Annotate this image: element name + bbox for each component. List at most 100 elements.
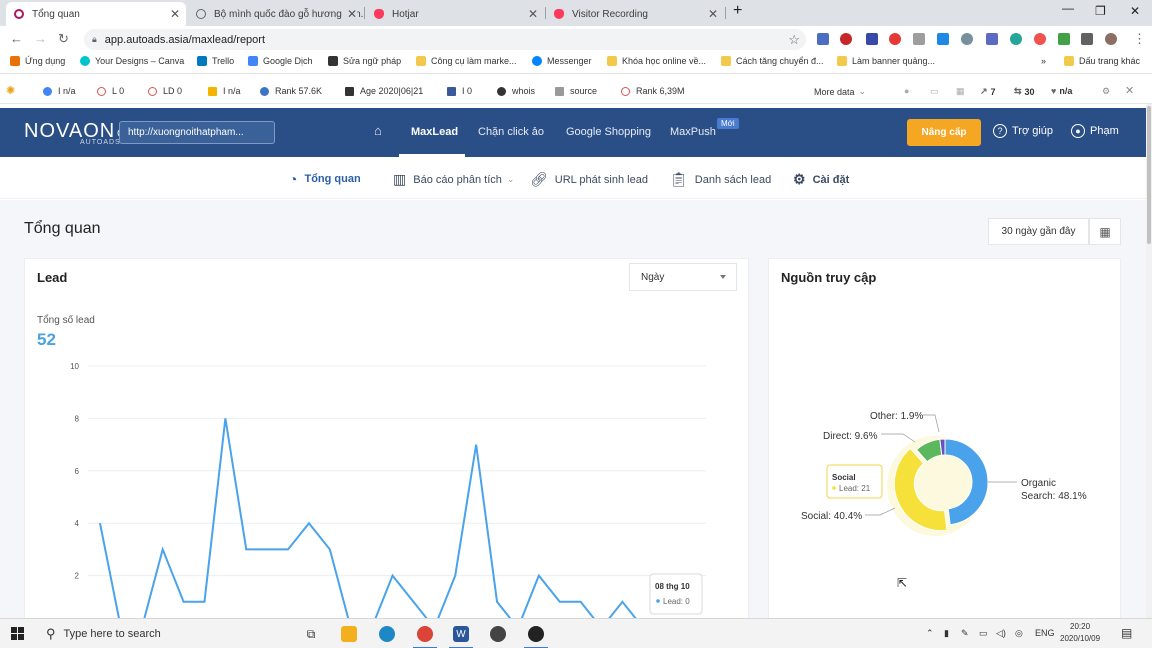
- app-icon[interactable]: [490, 626, 506, 642]
- extension-icon[interactable]: [866, 33, 878, 45]
- layout-icon[interactable]: ▭: [930, 86, 939, 97]
- seo-source[interactable]: source: [555, 86, 597, 96]
- network-icon[interactable]: ◎: [1015, 628, 1023, 639]
- more-data-button[interactable]: More data ⌄: [814, 86, 866, 97]
- seo-linking-domains[interactable]: LD 0: [148, 86, 182, 96]
- seo-domain-age[interactable]: Age 2020|06|21: [345, 86, 423, 96]
- seo-alexa-rank[interactable]: Rank 6,39M: [621, 86, 685, 96]
- language-indicator[interactable]: ENG: [1035, 628, 1055, 638]
- tray-chevron-icon[interactable]: ⌃: [926, 628, 934, 639]
- taskbar-search-input[interactable]: ⚲ Type here to search: [36, 620, 294, 648]
- bookmark-lam-banner[interactable]: Làm banner quảng...: [837, 56, 935, 66]
- adblock-icon[interactable]: [840, 33, 852, 45]
- seo-links[interactable]: L 0: [97, 86, 124, 96]
- minimize-icon[interactable]: —: [1062, 1, 1074, 15]
- close-tab-icon[interactable]: ✕: [170, 7, 180, 21]
- site-url-select[interactable]: http://xuongnoithatpham...: [119, 121, 275, 144]
- microphone-icon[interactable]: ▮: [944, 628, 949, 639]
- scrollbar-thumb[interactable]: [1147, 106, 1151, 244]
- close-tab-icon[interactable]: ✕: [528, 7, 538, 21]
- upgrade-button[interactable]: Nâng cấp: [907, 119, 981, 146]
- seo-external-links[interactable]: ↗ 7: [980, 86, 996, 97]
- seoquake-icon[interactable]: ✺: [6, 84, 15, 97]
- bookmark-star-icon[interactable]: ☆: [788, 32, 800, 48]
- extension-icon[interactable]: [889, 33, 901, 45]
- extension-icon[interactable]: [961, 33, 973, 45]
- tab-visitor-recording[interactable]: Visitor Recording ✕: [546, 2, 724, 26]
- extension-icon[interactable]: [1058, 33, 1070, 45]
- address-input[interactable]: 🔒︎ app.autoads.asia/maxlead/report ☆: [84, 29, 806, 50]
- volume-icon[interactable]: ◁): [996, 628, 1006, 639]
- seo-google-index[interactable]: I n/a: [43, 86, 76, 96]
- bookmark-apps[interactable]: Ứng dụng: [10, 56, 65, 66]
- nav-chan-click-ao[interactable]: Chặn click ảo: [478, 126, 544, 138]
- page-scrollbar[interactable]: [1146, 104, 1152, 618]
- bookmark-messenger[interactable]: Messenger: [532, 56, 592, 66]
- bookmark-trello[interactable]: Trello: [197, 56, 234, 66]
- puzzle-icon[interactable]: [1081, 33, 1093, 45]
- info-icon[interactable]: ●: [904, 86, 909, 96]
- user-menu[interactable]: ● Phạm: [1071, 124, 1119, 138]
- extension-icon[interactable]: [1010, 33, 1022, 45]
- extension-icon[interactable]: [913, 33, 925, 45]
- taskbar-clock[interactable]: 20:20 2020/10/09: [1060, 621, 1100, 645]
- notifications-icon[interactable]: ▤: [1121, 626, 1132, 640]
- pen-icon[interactable]: ✎: [961, 628, 969, 639]
- menu-dots-icon[interactable]: ⋮: [1133, 31, 1146, 47]
- battery-icon[interactable]: ▭: [979, 628, 988, 639]
- bookmark-sua-ngu-phap[interactable]: Sửa ngữ pháp: [328, 56, 401, 66]
- new-tab-button[interactable]: +: [733, 2, 742, 20]
- novaon-logo[interactable]: NOVAON⏻AUTOADS: [24, 120, 128, 146]
- period-select[interactable]: Ngày: [629, 263, 737, 291]
- chart-icon[interactable]: ▦: [956, 86, 965, 97]
- tab-bo-minh-quoc[interactable]: Bộ mình quốc đào gỗ hương văn... ✕: [188, 2, 363, 26]
- date-range-select[interactable]: 30 ngày gần đây: [988, 218, 1089, 245]
- seo-bing-index[interactable]: I n/a: [208, 86, 241, 96]
- task-view-icon[interactable]: ⧉: [303, 626, 319, 642]
- bookmark-cach-tang[interactable]: Cách tăng chuyển đ...: [721, 56, 824, 66]
- seo-whois[interactable]: whois: [497, 86, 535, 96]
- subnav-bao-cao[interactable]: ▥ Báo cáo phân tích ⌄: [393, 171, 514, 188]
- home-icon[interactable]: ⌂: [374, 123, 382, 138]
- windows-start-icon[interactable]: [11, 627, 24, 640]
- subnav-cai-dat[interactable]: ⚙ Cài đặt: [793, 171, 849, 188]
- seo-internal-links[interactable]: ⇆ 30: [1014, 86, 1035, 97]
- seo-facebook[interactable]: I 0: [447, 86, 472, 96]
- profile-avatar[interactable]: [1105, 33, 1117, 45]
- calendar-icon[interactable]: ▦: [1089, 218, 1121, 245]
- close-tab-icon[interactable]: ✕: [708, 7, 718, 21]
- extension-icon[interactable]: [1034, 33, 1046, 45]
- word-icon[interactable]: W: [449, 626, 473, 648]
- forward-icon[interactable]: →: [34, 31, 47, 46]
- close-tab-icon[interactable]: ✕: [343, 7, 357, 21]
- maximize-icon[interactable]: ❐: [1095, 4, 1106, 18]
- bookmark-cong-cu[interactable]: Công cụ làm marke...: [416, 56, 517, 66]
- bookmark-canva[interactable]: Your Designs – Canva: [80, 56, 184, 66]
- seo-semrush-rank[interactable]: Rank 57.6K: [260, 86, 322, 96]
- settings-gear-icon[interactable]: ⚙: [1102, 86, 1110, 97]
- bookmarks-overflow[interactable]: »: [1041, 56, 1046, 66]
- help-link[interactable]: ? Trợ giúp: [993, 124, 1053, 138]
- bookmark-khoa-hoc[interactable]: Khóa học online về...: [607, 56, 706, 66]
- bookmark-other[interactable]: Dấu trang khác: [1064, 56, 1140, 66]
- subnav-url-phat-sinh[interactable]: 🔗︎ URL phát sinh lead: [530, 171, 648, 188]
- subnav-tong-quan[interactable]: ◔ Tổng quan: [289, 171, 361, 187]
- extension-icon[interactable]: [986, 33, 998, 45]
- tab-hotjar[interactable]: Hotjar ✕: [366, 2, 544, 26]
- recorder-icon[interactable]: [524, 626, 548, 648]
- extension-icon[interactable]: [817, 33, 829, 45]
- seo-density[interactable]: ♥ n/a: [1051, 86, 1072, 96]
- back-icon[interactable]: ←: [10, 31, 23, 46]
- close-toolbar-icon[interactable]: ✕: [1125, 84, 1134, 97]
- chrome-icon[interactable]: [413, 626, 437, 648]
- nav-maxpush[interactable]: MaxPush: [670, 126, 716, 138]
- edge-icon[interactable]: [379, 626, 395, 642]
- file-explorer-icon[interactable]: [341, 626, 357, 642]
- bookmark-google-dich[interactable]: Google Dịch: [248, 56, 313, 66]
- nav-maxlead[interactable]: MaxLead: [411, 126, 458, 138]
- tab-tong-quan[interactable]: Tổng quan ✕: [6, 2, 186, 26]
- extension-icon[interactable]: [937, 33, 949, 45]
- close-window-icon[interactable]: ✕: [1130, 4, 1140, 18]
- reload-icon[interactable]: ↻: [58, 31, 69, 47]
- nav-google-shopping[interactable]: Google Shopping: [566, 126, 651, 138]
